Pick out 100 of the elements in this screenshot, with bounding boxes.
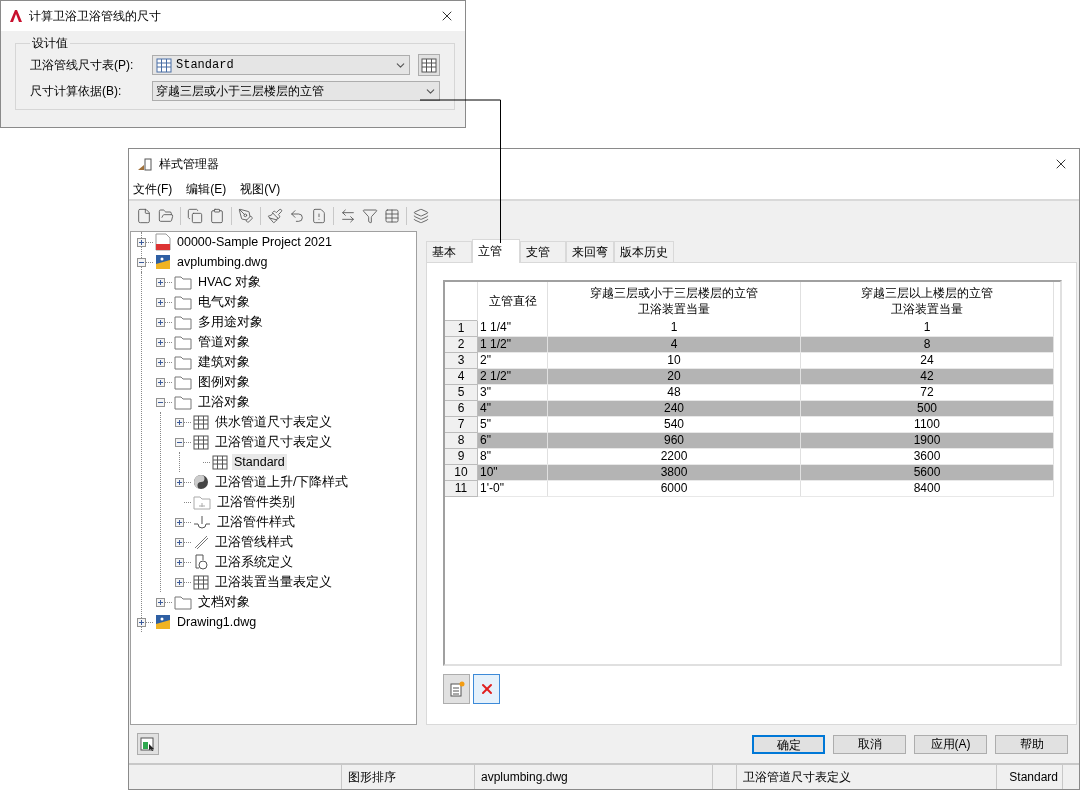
expander-button[interactable] [156, 317, 165, 327]
tree-item[interactable]: 卫浴管线样式 [213, 532, 295, 552]
copy-button[interactable] [187, 208, 203, 224]
layers-button[interactable] [413, 208, 429, 224]
tree-item[interactable]: 00000-Sample Project 2021 [175, 234, 334, 250]
pen-button[interactable] [238, 208, 254, 224]
delete-button[interactable] [473, 674, 500, 704]
table-icon [193, 434, 209, 450]
system-icon [193, 553, 209, 571]
tree-item[interactable]: 图例对象 [196, 372, 252, 392]
paste-button[interactable] [209, 208, 225, 224]
expander-button[interactable] [175, 437, 184, 447]
dialog-button[interactable]: 应用(A) [914, 734, 987, 754]
expander-button[interactable] [137, 617, 146, 627]
dropdown[interactable]: Standard [152, 55, 410, 75]
plus-icon [176, 478, 183, 486]
group-title: 设计值 [31, 35, 69, 52]
plus-icon [176, 578, 183, 586]
status-text: 图形排序 [342, 765, 475, 789]
expander-button[interactable] [175, 537, 184, 547]
tree-item[interactable]: 卫浴管道尺寸表定义 [213, 432, 334, 452]
new-document-button[interactable] [136, 208, 152, 224]
tree-item[interactable]: 卫浴管件类别 [215, 492, 297, 512]
expander-button[interactable] [175, 517, 184, 527]
tree-item[interactable]: 卫浴管件样式 [215, 512, 297, 532]
expander-button[interactable] [156, 277, 165, 287]
menu-item[interactable]: 视图(V) [240, 180, 281, 198]
tree-item[interactable]: 建筑对象 [196, 352, 252, 372]
tree-item[interactable]: Drawing1.dwg [175, 614, 259, 630]
brush-button[interactable] [267, 208, 283, 224]
folder-icon [174, 374, 192, 390]
expander-button[interactable] [137, 257, 146, 267]
expander-button[interactable] [137, 237, 146, 247]
plus-icon [176, 538, 183, 546]
window-title: 样式管理器 [159, 155, 220, 173]
tree-item[interactable]: 卫浴装置当量表定义 [213, 572, 334, 592]
dropdown[interactable]: 穿越三层或小于三层楼层的立管 [152, 81, 440, 101]
menu-item[interactable]: 编辑(E) [186, 180, 227, 198]
undo-button[interactable] [289, 208, 305, 224]
table-cell: 1 [547, 320, 801, 336]
tree-item[interactable]: 文档对象 [196, 592, 252, 612]
document-button[interactable] [311, 208, 327, 224]
plus-icon [157, 598, 164, 606]
folder-icon [193, 494, 211, 510]
table-cell: 1 [800, 320, 1054, 336]
tree-item[interactable]: 电气对象 [196, 292, 252, 312]
field-label: 卫浴管线尺寸表(P): [30, 56, 135, 74]
tree-item[interactable]: avplumbing.dwg [175, 254, 270, 270]
expander-button[interactable] [175, 577, 184, 587]
expander-button[interactable] [156, 357, 165, 367]
plus-icon [157, 278, 164, 286]
folder-icon [174, 354, 192, 370]
expander-button[interactable] [156, 377, 165, 387]
folder-icon [174, 334, 192, 350]
plus-icon [176, 518, 183, 526]
expander-button[interactable] [156, 337, 165, 347]
dialog-button[interactable]: 取消 [833, 734, 906, 754]
tree-item[interactable]: HVAC 对象 [196, 272, 264, 292]
plus-icon [157, 378, 164, 386]
dialog-button[interactable]: 确定 [752, 734, 825, 754]
window-title: 计算卫浴卫浴管线的尺寸 [29, 7, 162, 25]
fitting-icon [193, 514, 211, 530]
select-button[interactable] [137, 733, 159, 755]
filter-button[interactable] [362, 208, 378, 224]
tab[interactable]: 支管 [520, 241, 566, 262]
tree-item[interactable]: 多用途对象 [196, 312, 265, 332]
expander-button[interactable] [175, 477, 184, 487]
add-row-button[interactable] [443, 674, 470, 704]
plus-icon [176, 558, 183, 566]
table-view-button[interactable] [384, 208, 400, 224]
tree-item[interactable]: 卫浴系统定义 [213, 552, 295, 572]
tree-item[interactable]: 卫浴对象 [196, 392, 252, 412]
table-cell: 1 1/4" [477, 320, 548, 336]
new-list-icon [448, 681, 465, 697]
expander-button[interactable] [175, 417, 184, 427]
menu-item[interactable]: 文件(F) [133, 180, 173, 198]
plus-icon [157, 338, 164, 346]
drawing-file-icon [155, 614, 171, 630]
plus-icon [157, 318, 164, 326]
tab[interactable]: 立管 [472, 239, 520, 263]
open-folder-button[interactable] [158, 208, 174, 224]
tree-item[interactable]: Standard [232, 454, 287, 470]
tab[interactable]: 版本历史 [614, 241, 674, 262]
tree-item[interactable]: 卫浴管道上升/下降样式 [213, 472, 351, 492]
table-icon [193, 414, 209, 430]
dialog-button[interactable]: 帮助 [995, 734, 1068, 754]
expander-button[interactable] [156, 397, 165, 407]
tree-item[interactable]: 供水管道尺寸表定义 [213, 412, 334, 432]
expander-button[interactable] [175, 557, 184, 567]
table-button[interactable] [418, 54, 440, 76]
expander-button[interactable] [156, 297, 165, 307]
tab[interactable]: 来回弯 [566, 241, 614, 262]
plus-icon [138, 238, 145, 246]
compare-button[interactable] [340, 208, 356, 224]
tree-item[interactable]: 管道对象 [196, 332, 252, 352]
folder-icon [174, 394, 192, 410]
tab[interactable]: 基本 [426, 241, 472, 262]
expander-button[interactable] [156, 597, 165, 607]
window-cursor-icon [140, 736, 156, 752]
folder-icon [174, 294, 192, 310]
